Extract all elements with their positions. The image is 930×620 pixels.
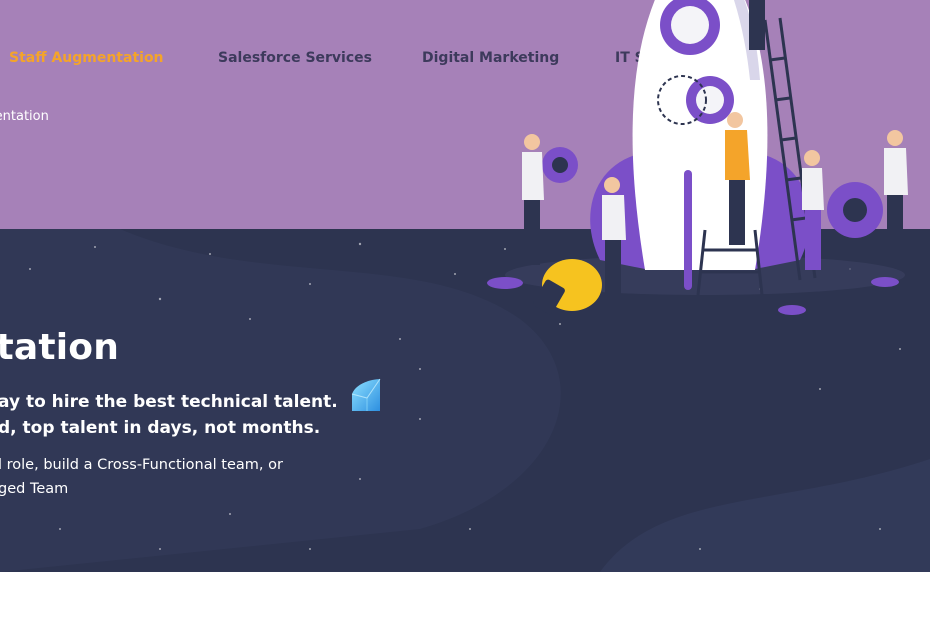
rocket-team-illustration: [487, 0, 908, 320]
hero-body-line-2: ged Team: [0, 481, 69, 497]
hero-subtitle-line-2: d, top talent in days, not months.: [0, 418, 321, 438]
gem-icon: [351, 378, 381, 411]
nav-item-salesforce-services[interactable]: Salesforce Services: [218, 50, 372, 66]
breadcrumb: mentation: [0, 109, 49, 124]
hero-title: entation: [0, 327, 120, 368]
page: Staff Augmentation Salesforce Services D…: [0, 0, 930, 620]
page-bottom-area: [0, 572, 930, 620]
breadcrumb-current: mentation: [0, 109, 49, 124]
nav-item-staff-augmentation[interactable]: Staff Augmentation: [9, 50, 164, 66]
hero-subtitle-line-1: ay to hire the best technical talent.: [0, 392, 338, 412]
hero-body-line-1: l role, build a Cross-Functional team, o…: [0, 457, 283, 473]
